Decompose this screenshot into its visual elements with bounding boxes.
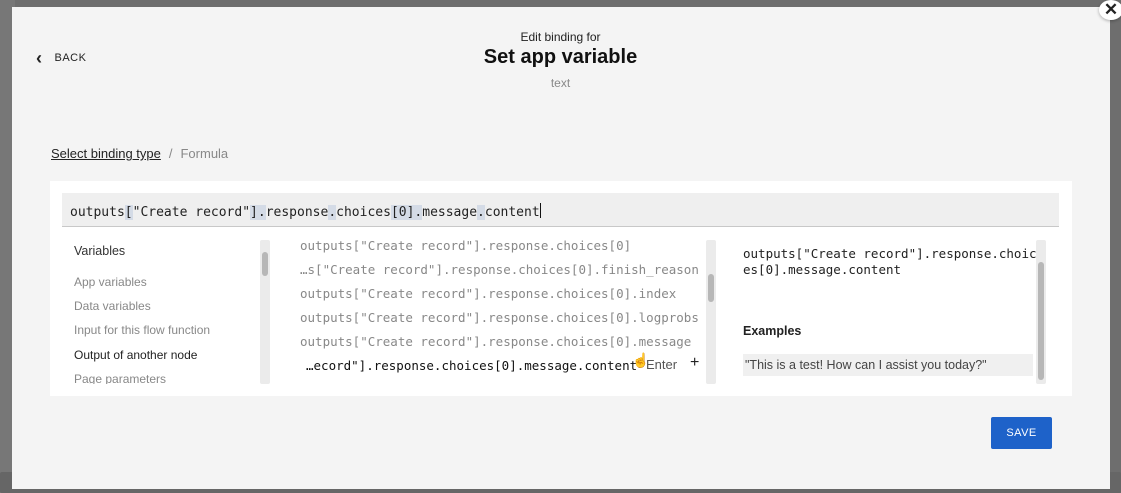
detail-scrollbar[interactable]	[1036, 240, 1046, 384]
category-output-of-another-node[interactable]: Output of another node	[74, 348, 197, 362]
formula-token: content	[484, 205, 540, 220]
category-flow-input[interactable]: Input for this flow function	[74, 323, 210, 337]
path-scrollbar[interactable]	[706, 240, 716, 384]
formula-token: ]	[250, 205, 258, 220]
category-app-variables[interactable]: App variables	[74, 275, 147, 289]
category-scrollbar-thumb[interactable]	[262, 252, 268, 276]
formula-token: .	[257, 205, 266, 220]
breadcrumb: Select binding type / Formula	[51, 146, 228, 161]
breadcrumb-current: Formula	[180, 146, 229, 161]
path-item[interactable]: outputs["Create record"].response.choice…	[300, 238, 631, 253]
example-value: "This is a test! How can I assist you to…	[743, 354, 1033, 376]
path-scrollbar-thumb[interactable]	[708, 274, 714, 302]
modal-title: Set app variable	[483, 46, 638, 68]
detail-scrollbar-thumb[interactable]	[1038, 262, 1044, 380]
modal-eyebrow: Edit binding for	[520, 30, 601, 44]
detail-path: outputs["Create record"].response.choice…	[743, 246, 1037, 277]
path-item-selected[interactable]: …ecord"].response.choices[0].message.con…	[306, 358, 637, 373]
save-button[interactable]: SAVE	[991, 417, 1052, 449]
formula-token: response	[265, 205, 329, 220]
category-page-parameters[interactable]: Page parameters	[74, 372, 166, 384]
path-item[interactable]: outputs["Create record"].response.choice…	[300, 310, 699, 325]
formula-token: [	[124, 205, 133, 220]
category-heading: Variables	[74, 244, 126, 258]
modal-subtitle: text	[550, 76, 571, 90]
path-item[interactable]: outputs["Create record"].response.choice…	[300, 334, 691, 349]
formula-token: .	[477, 205, 485, 220]
breadcrumb-select-binding-type[interactable]: Select binding type	[51, 146, 161, 161]
path-item[interactable]: outputs["Create record"].response.choice…	[300, 286, 676, 301]
formula-token: message	[422, 205, 478, 220]
category-data-variables[interactable]: Data variables	[74, 299, 151, 313]
close-icon[interactable]: ✕	[1099, 0, 1121, 20]
formula-token: 0	[398, 205, 407, 220]
enter-hint: Enter	[646, 357, 678, 372]
output-path-list: outputs["Create record"].response.choice…	[288, 238, 718, 384]
formula-token: "Create record"	[132, 205, 251, 220]
variable-category-list: Variables App variables Data variables I…	[62, 238, 270, 384]
text-cursor	[539, 203, 541, 218]
category-scrollbar[interactable]	[260, 240, 270, 384]
mouse-pointer-icon: ☝	[632, 352, 650, 368]
breadcrumb-separator: /	[168, 146, 173, 161]
path-item[interactable]: …s["Create record"].response.choices[0].…	[300, 262, 699, 277]
formula-input[interactable]: outputs["Create record"].response.choice…	[62, 193, 1059, 227]
add-icon[interactable]: +	[690, 354, 699, 372]
formula-token: outputs	[70, 205, 125, 220]
formula-token: [	[390, 205, 399, 220]
examples-heading: Examples	[743, 324, 802, 338]
formula-token: .	[328, 205, 337, 220]
formula-token: choices	[336, 205, 391, 220]
path-detail: outputs["Create record"].response.choice…	[733, 238, 1048, 384]
